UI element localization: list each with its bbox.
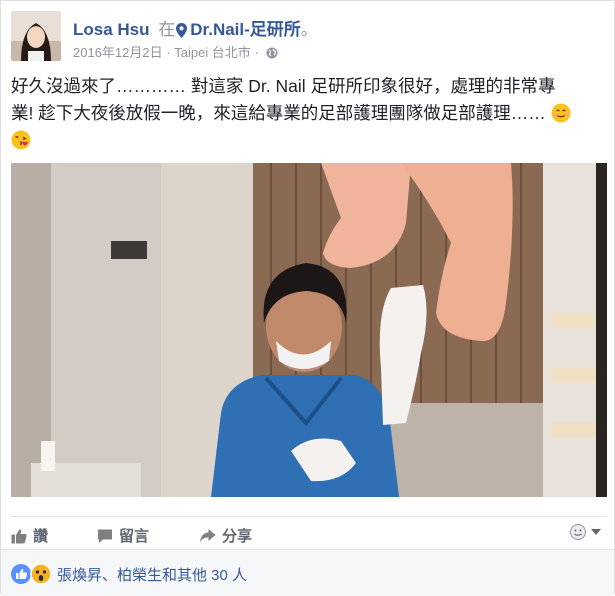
- post-text: 好久沒過來了………… 對這家 Dr. Nail 足研所印象很好，處理的非常專 業…: [11, 73, 606, 154]
- comment-label: 留言: [119, 528, 150, 545]
- post-text-line1: 好久沒過來了………… 對這家 Dr. Nail 足研所印象很好，處理的非常專: [11, 76, 556, 96]
- avatar[interactable]: [11, 11, 61, 61]
- post-header: Losa Hsu 在 Dr.Nail-足研所。 2016年12月2日 · Taip…: [11, 11, 604, 63]
- thumbs-up-icon: [11, 529, 27, 544]
- meta-separator: ·: [166, 45, 171, 60]
- globe-icon[interactable]: [266, 47, 278, 59]
- share-icon: [200, 529, 216, 542]
- audience-icon: [570, 524, 601, 540]
- avatar-image: [11, 11, 61, 61]
- at-text: 在: [158, 20, 176, 39]
- photo-image: [11, 163, 607, 497]
- kiss-emoji-icon: [11, 130, 31, 150]
- post-text-line2: 業! 趁下大夜後放假一晚，來這給專業的足部護理團隊做足部護理……: [11, 103, 546, 123]
- reactions-summary[interactable]: 張煥昇、柏榮生和其他 30 人: [57, 564, 247, 585]
- place-suffix: 。: [300, 20, 318, 39]
- share-button[interactable]: 分享: [199, 525, 252, 546]
- smile-emoji-icon: [551, 103, 571, 123]
- author-line: Losa Hsu 在 Dr.Nail-足研所。: [73, 15, 318, 40]
- post-photo[interactable]: [11, 163, 607, 497]
- reaction-icons: [11, 563, 55, 590]
- audience-menu[interactable]: [569, 523, 603, 546]
- like-reaction-icon: [11, 564, 31, 584]
- place-link[interactable]: Dr.Nail-足研所: [190, 20, 301, 39]
- meta-separator-2: ·: [254, 45, 259, 60]
- post-meta: 2016年12月2日 · Taipei 台北市 ·: [73, 42, 278, 61]
- share-label: 分享: [222, 528, 253, 545]
- like-button[interactable]: 讚: [11, 525, 48, 546]
- post-actions: 讚 留言 分享: [11, 516, 607, 549]
- wow-reaction-icon: [30, 563, 52, 585]
- comment-button[interactable]: 留言: [97, 525, 149, 546]
- facebook-post: Losa Hsu 在 Dr.Nail-足研所。 2016年12月2日 · Taip…: [0, 0, 615, 596]
- comment-icon: [98, 529, 112, 543]
- post-location[interactable]: Taipei 台北市: [174, 45, 251, 60]
- like-label: 讚: [33, 528, 49, 545]
- location-pin-icon: [176, 23, 188, 38]
- chevron-down-icon: [591, 529, 601, 535]
- reactions-bar[interactable]: 張煥昇、柏榮生和其他 30 人: [1, 549, 614, 596]
- post-date[interactable]: 2016年12月2日: [73, 45, 163, 60]
- author-name[interactable]: Losa Hsu: [73, 20, 150, 39]
